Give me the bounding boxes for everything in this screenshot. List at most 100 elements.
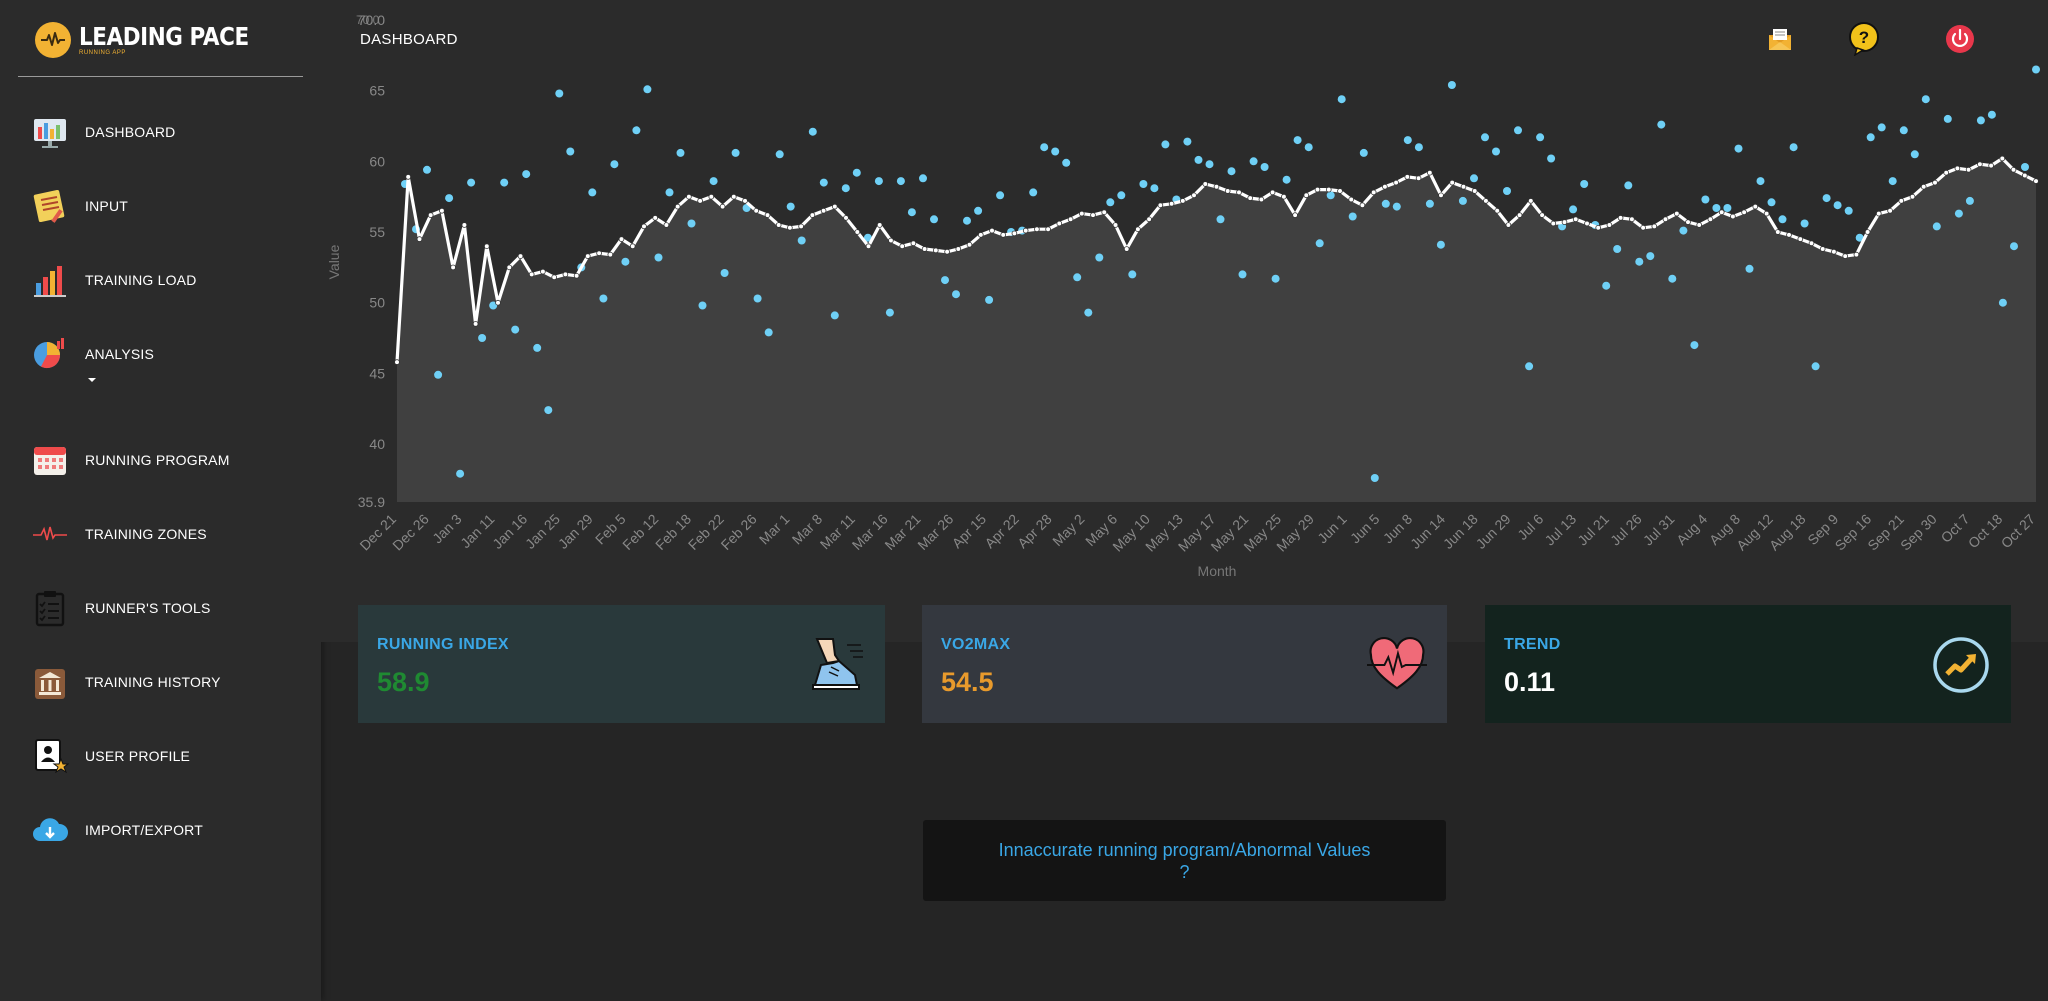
- scatter-point: [963, 216, 971, 225]
- line-point: [787, 225, 793, 231]
- x-tick-label: Jan 29: [555, 511, 596, 552]
- line-point: [1932, 179, 1938, 186]
- sidebar-item-user-profile[interactable]: USER PROFILE: [28, 734, 190, 778]
- line-point: [775, 222, 782, 228]
- sidebar-item-runners-tools[interactable]: RUNNER'S TOOLS: [28, 586, 211, 630]
- sidebar-item-running-program[interactable]: RUNNING PROGRAM: [28, 438, 230, 482]
- sidebar-item-label: USER PROFILE: [85, 748, 191, 764]
- line-point: [1662, 216, 1669, 223]
- sidebar: LEADING PACE RUNNING APP DASHBOARD INPUT…: [0, 0, 321, 1001]
- line-point: [1325, 186, 1332, 193]
- analysis-expand-caret[interactable]: [88, 378, 96, 382]
- line-point: [1539, 212, 1545, 218]
- y-tick-label: 40: [369, 436, 385, 452]
- scatter-point: [974, 206, 983, 215]
- scatter-point: [1392, 202, 1401, 211]
- line-point: [921, 246, 928, 252]
- line-point: [618, 236, 625, 242]
- y-tick-label: 50: [369, 295, 385, 311]
- line-point: [1550, 220, 1557, 227]
- scatter-point: [1789, 143, 1798, 152]
- scatter-point: [1635, 257, 1644, 266]
- sidebar-item-input[interactable]: INPUT: [28, 184, 128, 228]
- y-tick-label: 65: [369, 83, 385, 99]
- running-index-chart: 70.065605550454035.9ValueMonthDec 21Dec …: [326, 12, 2040, 579]
- scatter-point: [1161, 140, 1170, 149]
- scatter-point: [1315, 239, 1324, 248]
- brand[interactable]: LEADING PACE RUNNING APP: [35, 20, 276, 60]
- line-point: [843, 215, 849, 221]
- sidebar-item-training-history[interactable]: TRAINING HISTORY: [28, 660, 221, 704]
- scatter-point: [1778, 215, 1787, 224]
- scatter-point: [687, 219, 696, 228]
- scatter-point: [1425, 199, 1434, 208]
- scatter-point: [1492, 147, 1500, 156]
- line-point: [1011, 230, 1018, 237]
- line-point: [1449, 179, 1455, 186]
- scatter-point: [852, 168, 861, 177]
- scatter-point: [1029, 188, 1038, 197]
- line-point: [1505, 222, 1512, 228]
- sidebar-item-analysis[interactable]: ANALYSIS: [28, 332, 154, 376]
- line-point: [596, 250, 602, 257]
- line-point: [1752, 203, 1759, 210]
- scatter-point: [1238, 270, 1247, 279]
- abnormal-values-help-button[interactable]: Innaccurate running program/Abnormal Val…: [923, 820, 1446, 901]
- x-tick-label: Mar 21: [881, 511, 923, 553]
- scatter-point: [1932, 222, 1941, 231]
- x-tick-label: Jan 25: [522, 511, 563, 552]
- y-tick-label: 55: [369, 224, 385, 240]
- sidebar-item-training-load[interactable]: TRAINING LOAD: [28, 258, 197, 302]
- sidebar-item-dashboard[interactable]: DASHBOARD: [28, 110, 175, 154]
- line-point: [1988, 162, 1994, 169]
- vo2max-card: VO2MAX 54.5: [922, 605, 1447, 723]
- scatter-point: [478, 334, 487, 342]
- pie-chart-icon: [28, 332, 72, 376]
- line-point: [1853, 251, 1860, 258]
- cloud-upload-icon: [28, 808, 72, 852]
- sidebar-item-import-export[interactable]: IMPORT/EXPORT: [28, 808, 203, 852]
- line-point: [977, 232, 984, 238]
- x-tick-label: Apr 28: [1014, 511, 1055, 552]
- scatter-point: [1701, 195, 1710, 204]
- line-point: [1236, 189, 1242, 196]
- x-tick-label: Oct 18: [1965, 511, 2006, 552]
- line-point: [1067, 216, 1074, 223]
- user-profile-icon: [28, 734, 72, 778]
- scatter-point: [445, 194, 454, 203]
- scatter-point: [1359, 148, 1368, 157]
- line-point: [1292, 212, 1298, 218]
- scatter-point: [1943, 114, 1952, 123]
- line-point: [1101, 209, 1107, 216]
- y-tick-label: 70.0: [358, 12, 385, 28]
- scatter-point: [1536, 133, 1545, 142]
- scatter-point: [1987, 110, 1996, 119]
- card-value: 54.5: [941, 667, 994, 697]
- scatter-point: [1910, 150, 1919, 159]
- line-point: [1135, 226, 1141, 233]
- line-point: [629, 243, 636, 250]
- scatter-point: [1150, 184, 1159, 193]
- scatter-point: [610, 160, 619, 169]
- x-tick-label: Jan 16: [489, 511, 530, 552]
- line-point: [484, 243, 490, 250]
- scatter-point: [1899, 126, 1908, 135]
- scatter-point: [1657, 120, 1666, 129]
- y-tick-label: 45: [369, 365, 385, 381]
- y-tick-label: 60: [369, 153, 385, 169]
- scatter-point: [775, 150, 784, 159]
- card-title: VO2MAX: [941, 636, 1011, 653]
- area-fill: [397, 158, 2036, 502]
- line-point: [1269, 189, 1276, 196]
- sidebar-item-label: TRAINING HISTORY: [85, 674, 221, 690]
- line-point: [1370, 189, 1377, 196]
- scatter-point: [1304, 143, 1313, 152]
- scatter-point: [731, 148, 740, 157]
- sidebar-item-training-zones[interactable]: TRAINING ZONES: [28, 512, 207, 556]
- line-point: [1696, 222, 1702, 228]
- x-tick-label: Mar 26: [914, 511, 956, 553]
- scatter-point: [930, 215, 938, 224]
- line-point: [1640, 225, 1646, 231]
- scatter-point: [1348, 212, 1357, 221]
- line-point: [1202, 181, 1209, 187]
